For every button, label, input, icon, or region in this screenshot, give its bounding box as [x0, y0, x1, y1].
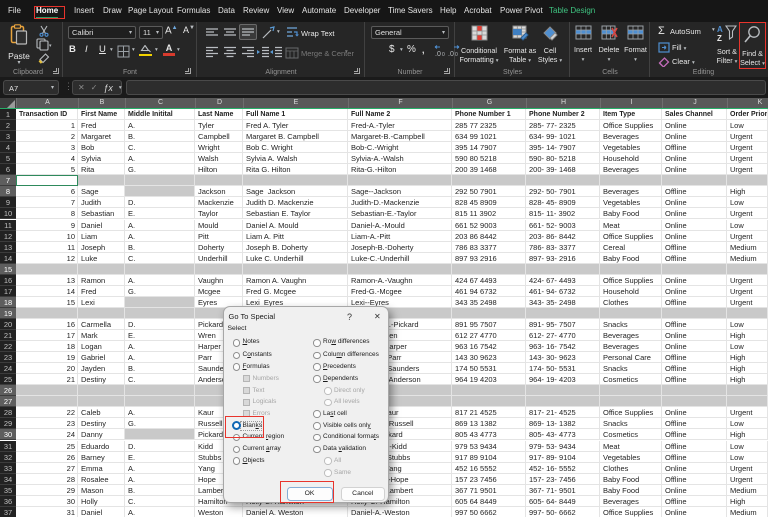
svg-text:.0: .0	[448, 51, 454, 58]
svg-text:A: A	[717, 25, 723, 34]
svg-text:▾: ▾	[49, 43, 52, 49]
svg-text:.0: .0	[435, 51, 441, 58]
svg-text:0: 0	[442, 52, 445, 58]
svg-text:Z: Z	[717, 34, 722, 42]
